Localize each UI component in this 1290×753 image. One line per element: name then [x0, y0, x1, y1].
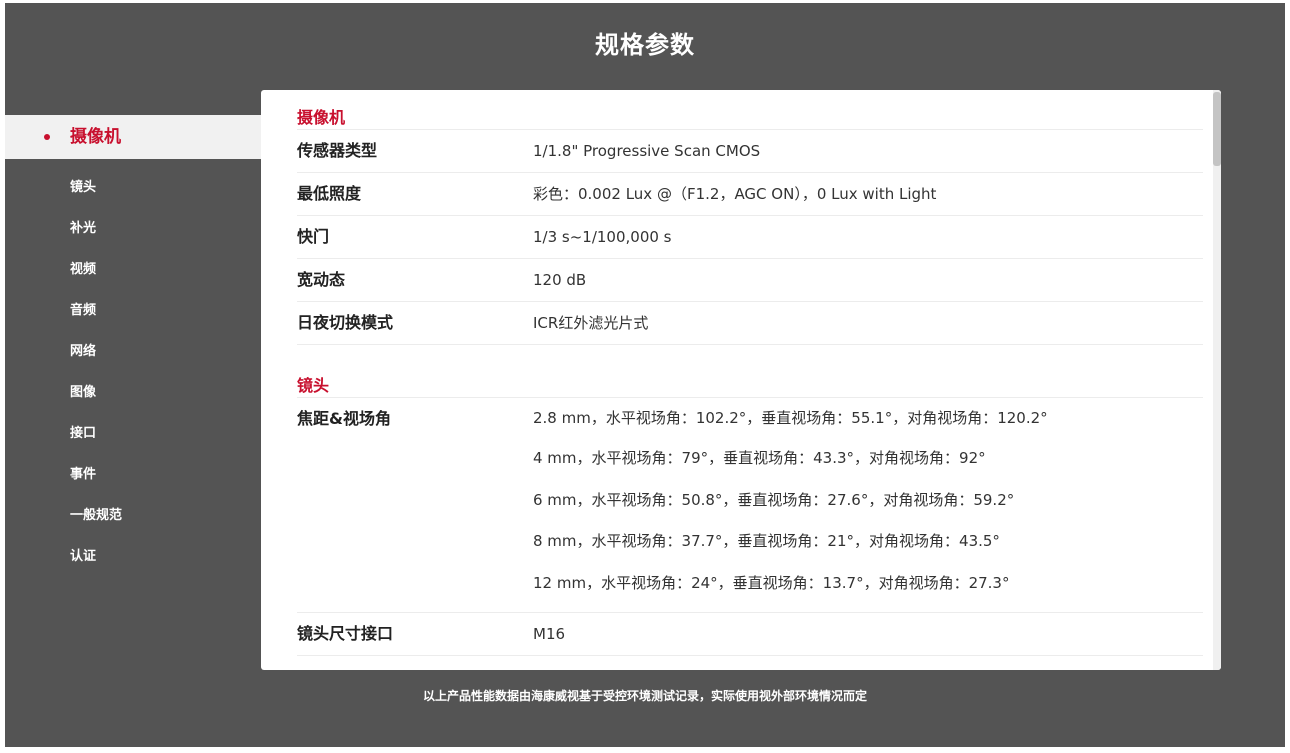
sidebar-item-label: 补光: [70, 221, 97, 236]
sidebar-item-label: 音频: [70, 303, 97, 318]
sidebar-item-interface[interactable]: 接口: [5, 413, 261, 454]
spec-panel[interactable]: 摄像机 传感器类型 1/1.8" Progressive Scan CMOS 最…: [261, 90, 1221, 670]
table-row: 焦距&视场角 2.8 mm，水平视场角：102.2°，垂直视场角：55.1°，对…: [297, 398, 1203, 613]
spec-value: 1/3 s~1/100,000 s: [533, 228, 672, 246]
spec-label: 焦距&视场角: [297, 409, 391, 428]
spec-value: 4 mm，水平视场角：79°，垂直视场角：43.3°，对角视场角：92°: [533, 449, 986, 467]
sidebar-item-video[interactable]: 视频: [5, 249, 261, 290]
spec-value: 1/1.8" Progressive Scan CMOS: [533, 142, 761, 160]
table-row: 镜头尺寸接口 M16: [297, 613, 1203, 656]
table-row: 快门 1/3 s~1/100,000 s: [297, 216, 1203, 259]
spec-value: 8 mm，水平视场角：37.7°，垂直视场角：21°，对角视场角：43.5°: [533, 532, 1000, 550]
scrollbar-thumb[interactable]: [1213, 92, 1221, 166]
sidebar-item-image[interactable]: 图像: [5, 372, 261, 413]
spec-value: 120 dB: [533, 271, 587, 289]
sidebar-item-lens[interactable]: 镜头: [5, 167, 261, 208]
table-row: 传感器类型 1/1.8" Progressive Scan CMOS: [297, 130, 1203, 173]
page-title: 规格参数: [595, 31, 695, 59]
spec-label: 镜头尺寸接口: [297, 624, 394, 643]
table-row: 最低照度 彩色：0.002 Lux @（F1.2，AGC ON），0 Lux w…: [297, 173, 1203, 216]
sidebar-item-label: 一般规范: [70, 508, 123, 523]
scrollbar[interactable]: [1213, 90, 1221, 670]
spec-label: 传感器类型: [297, 141, 378, 160]
sidebar-item-audio[interactable]: 音频: [5, 290, 261, 331]
sidebar-item-label: 认证: [70, 549, 97, 564]
spec-label: 快门: [297, 227, 330, 246]
spec-label: 最低照度: [297, 184, 362, 203]
sidebar-item-event[interactable]: 事件: [5, 454, 261, 495]
spec-page: 规格参数 摄像机 镜头 补光 视频 音频 网络 图像 接口 事件 一般规范 认证…: [5, 3, 1285, 747]
sidebar-item-supplement-light[interactable]: 补光: [5, 208, 261, 249]
spec-value: ICR红外滤光片式: [533, 314, 649, 332]
spec-value: 12 mm，水平视场角：24°，垂直视场角：13.7°，对角视场角：27.3°: [533, 573, 1010, 592]
spec-label: 日夜切换模式: [297, 313, 394, 332]
sidebar-item-general[interactable]: 一般规范: [5, 495, 261, 536]
sidebar-item-label: 镜头: [70, 180, 97, 195]
sidebar-item-label: 接口: [70, 426, 97, 441]
active-dot-icon: [44, 134, 50, 140]
spec-content: 摄像机 传感器类型 1/1.8" Progressive Scan CMOS 最…: [297, 107, 1203, 656]
sidebar-item-certification[interactable]: 认证: [5, 536, 261, 577]
section-title-camera: 摄像机: [297, 107, 1203, 130]
spec-label: 宽动态: [297, 270, 346, 289]
spec-value: 2.8 mm，水平视场角：102.2°，垂直视场角：55.1°，对角视场角：12…: [533, 409, 1048, 427]
sidebar-item-label: 摄像机: [70, 127, 121, 147]
sidebar-item-camera[interactable]: 摄像机: [5, 115, 261, 159]
sidebar-item-network[interactable]: 网络: [5, 331, 261, 372]
sidebar-item-label: 图像: [70, 385, 97, 400]
table-row: 宽动态 120 dB: [297, 259, 1203, 302]
sidebar-item-label: 网络: [70, 344, 97, 359]
section-title-lens: 镜头: [297, 375, 1203, 398]
table-row: 日夜切换模式 ICR红外滤光片式: [297, 302, 1203, 345]
spec-value: M16: [533, 625, 566, 643]
footer-note: 以上产品性能数据由海康威视基于受控环境测试记录，实际使用视外部环境情况而定: [422, 689, 867, 703]
spec-value: 6 mm，水平视场角：50.8°，垂直视场角：27.6°，对角视场角：59.2°: [533, 490, 1015, 509]
sidebar-nav: 摄像机 镜头 补光 视频 音频 网络 图像 接口 事件 一般规范 认证: [5, 115, 261, 577]
sidebar-item-label: 事件: [70, 467, 97, 482]
sidebar-item-label: 视频: [70, 262, 97, 277]
spec-value: 彩色：0.002 Lux @（F1.2，AGC ON），0 Lux with L…: [533, 185, 937, 203]
